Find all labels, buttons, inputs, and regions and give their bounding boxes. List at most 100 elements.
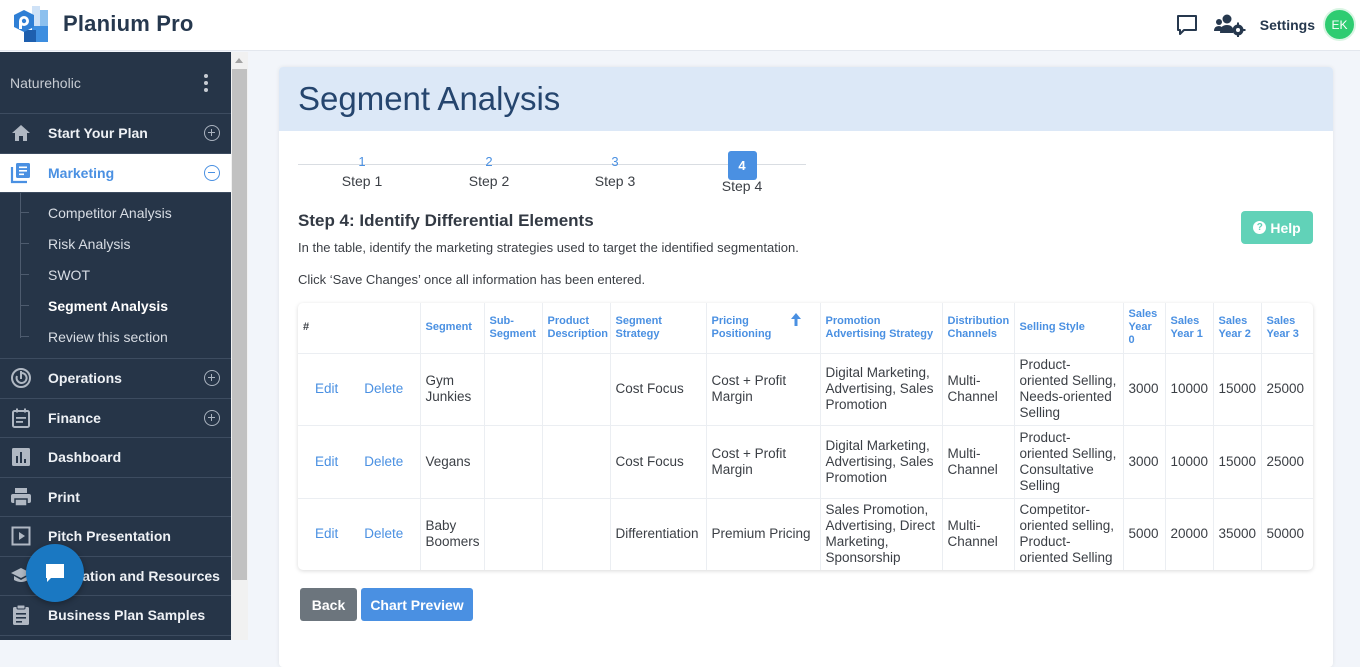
sidebar-subitem-competitor-analysis[interactable]: Competitor Analysis [0,197,231,228]
help-button[interactable]: ? Help [1241,211,1313,244]
live-chat-button[interactable] [26,544,84,602]
column-header[interactable]: Sales Year 2 [1213,303,1262,354]
sidebar-item-label: Pitch Presentation [48,528,171,545]
column-header[interactable]: Sub-Segment [484,303,543,354]
user-avatar[interactable]: EK [1323,8,1356,41]
cell-selling-style: Product-oriented Selling, Consultative S… [1014,425,1124,499]
edit-link[interactable]: Edit [315,526,338,541]
delete-link[interactable]: Delete [364,526,403,541]
cell-selling-style: Competitor-oriented selling, Product-ori… [1014,498,1124,570]
column-header[interactable]: Promotion Advertising Strategy [820,303,943,354]
sidebar-subitem-swot[interactable]: SWOT [0,259,231,290]
cell-sales-year-3: 25000 [1261,425,1313,499]
column-header[interactable]: Product Description [542,303,611,354]
table-row: Edit Delete Gym Junkies Cost Focus Cost +… [298,353,1313,426]
column-header[interactable]: Sales Year 1 [1165,303,1214,354]
sidebar-item-business-plan-samples[interactable]: Business Plan Samples [0,596,231,636]
sidebar-item-marketing[interactable]: Marketing [0,153,231,193]
sort-ascending-icon[interactable] [790,312,801,330]
scroll-up-arrow-icon[interactable] [235,58,243,63]
sidebar-item-label: Dashboard [48,449,122,466]
column-header[interactable]: Sales Year 0 [1123,303,1166,354]
cell-sub-segment [484,425,543,499]
sidebar-item-label: Operations [48,370,122,387]
sidebar-item-label: Marketing [48,164,115,181]
cell-distribution: Multi-Channel [942,425,1015,499]
sidebar-subitem-risk-analysis[interactable]: Risk Analysis [0,228,231,259]
cell-sales-year-1: 10000 [1165,425,1214,499]
column-header[interactable]: Selling Style [1014,303,1124,354]
expand-icon[interactable] [204,409,220,426]
expand-icon[interactable] [204,125,220,141]
page-title: Segment Analysis [298,80,561,117]
cell-segment-strategy: Cost Focus [610,425,707,499]
cell-segment: Gym Junkies [420,353,485,426]
step-number: 3 [611,154,619,169]
back-button[interactable]: Back [300,588,357,621]
collapse-icon[interactable] [204,164,220,181]
card-header: Segment Analysis [279,67,1333,131]
cell-sales-year-2: 35000 [1213,498,1262,570]
column-header: # [298,303,421,354]
cell-sales-year-2: 15000 [1213,353,1262,426]
column-header[interactable]: Sales Year 3 [1261,303,1313,354]
brand[interactable]: Planium Pro [12,4,194,44]
cell-product-description [542,498,611,570]
step-number: 1 [358,154,366,169]
project-name: Natureholic [10,74,81,91]
sidebar-subitem-review-section[interactable]: Review this section [0,321,231,352]
planium-logo-icon [12,4,54,44]
table-row: Edit Delete Baby Boomers Differentiation … [298,498,1313,570]
section-title: Step 4: Identify Differential Elements [298,211,594,230]
column-header[interactable]: Segment [420,303,485,354]
cell-distribution: Multi-Channel [942,498,1015,570]
printer-icon [10,486,32,508]
cell-sales-year-0: 3000 [1123,425,1166,499]
segment-table: # Segment Sub-Segment Product Descriptio… [298,303,1313,570]
edit-link[interactable]: Edit [315,454,338,469]
step-2[interactable]: 2 Step 2 [449,151,529,189]
column-header[interactable]: Distribution Channels [942,303,1015,354]
table-header-row: # Segment Sub-Segment Product Descriptio… [298,303,1313,354]
chat-icon[interactable] [1174,12,1200,38]
delete-link[interactable]: Delete [364,381,403,396]
cell-sales-year-1: 10000 [1165,353,1214,426]
cell-sales-year-3: 50000 [1266,526,1305,542]
step-label: Step 4 [721,178,763,194]
marketing-icon [10,162,32,184]
marketing-subnav: Competitor Analysis Risk Analysis SWOT S… [0,193,231,359]
step-4[interactable]: 4 Step 4 [702,151,782,194]
sidebar-scrollbar[interactable] [231,52,248,640]
cell-pricing: Cost + Profit Margin [706,425,821,499]
sidebar-subitem-segment-analysis[interactable]: Segment Analysis [0,290,231,321]
cell-product-description [542,353,611,426]
save-instruction: Click ‘Save Changes’ once all informatio… [298,272,646,287]
chat-message-icon [46,564,64,582]
team-settings-icon[interactable] [1213,12,1246,38]
delete-link[interactable]: Delete [364,454,403,469]
sidebar-item-start-your-plan[interactable]: Start Your Plan [0,114,231,154]
step-3[interactable]: 3 Step 3 [575,151,655,189]
step-1[interactable]: 1 Step 1 [322,151,402,189]
step-label: Step 1 [341,173,383,189]
cell-sub-segment [484,498,543,570]
cell-distribution: Multi-Channel [942,353,1015,426]
column-header[interactable]: Segment Strategy [610,303,707,354]
sidebar-item-print[interactable]: Print [0,478,231,517]
column-header-sorted[interactable]: Pricing Positioning [706,303,821,354]
table-row: Edit Delete Vegans Cost Focus Cost + Prof… [298,425,1313,499]
sidebar-item-dashboard[interactable]: Dashboard [0,438,231,478]
scrollbar-thumb[interactable] [232,69,247,580]
sidebar-item-operations[interactable]: Operations [0,359,231,399]
expand-icon[interactable] [204,370,220,386]
settings-link[interactable]: Settings [1260,17,1315,33]
edit-link[interactable]: Edit [315,381,338,396]
cell-promotion: Digital Marketing, Advertising, Sales Pr… [820,425,943,499]
chart-preview-button[interactable]: Chart Preview [361,588,473,621]
play-icon [10,525,32,547]
clipboard-icon [10,604,32,626]
sidebar-item-finance[interactable]: Finance [0,399,231,438]
home-icon [10,122,32,144]
project-selector: Natureholic [0,52,231,114]
more-options-icon[interactable] [203,73,209,92]
